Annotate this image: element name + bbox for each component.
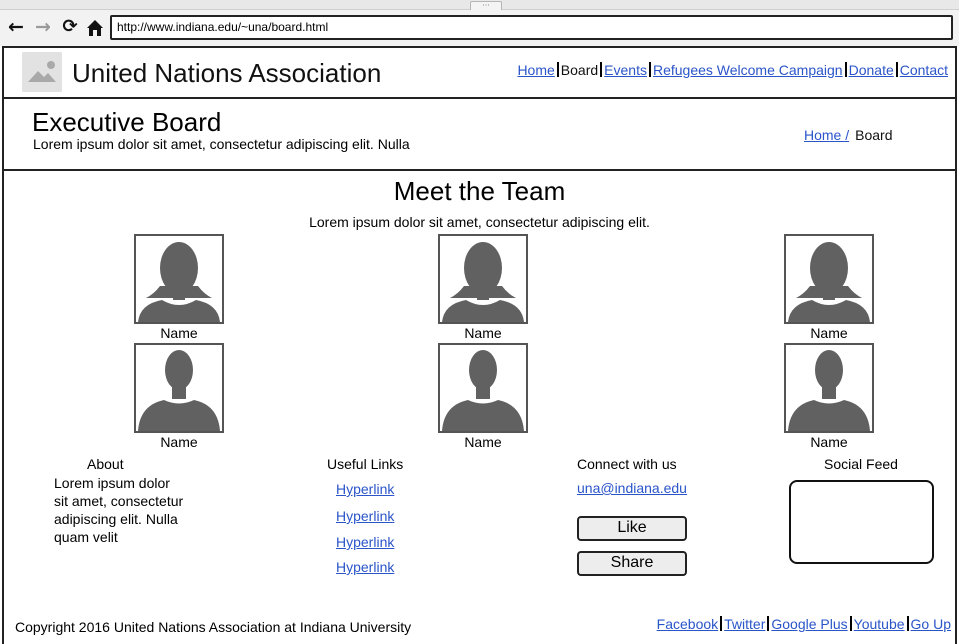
nav-home-link[interactable]: Home — [517, 62, 554, 78]
facebook-link[interactable]: Facebook — [657, 616, 718, 632]
nav-contact-link[interactable]: Contact — [900, 62, 948, 78]
about-heading: About — [87, 455, 124, 473]
breadcrumb: Home / Board — [804, 126, 892, 144]
breadcrumb-current: Board — [855, 127, 893, 143]
page-body: United Nations Association Home Board Even… — [2, 46, 957, 644]
team-heading: Meet the Team — [393, 176, 566, 206]
nav-donate-link[interactable]: Donate — [849, 62, 894, 78]
main-nav: Home Board Events Refugees Welcome Campaign… — [517, 61, 948, 79]
team-member-card[interactable]: Name — [769, 343, 889, 450]
team-member-card[interactable]: Name — [423, 343, 543, 450]
member-name: Name — [160, 325, 198, 341]
nav-divider — [844, 62, 847, 77]
social-feed-heading-text: Social Feed — [824, 456, 898, 472]
nav-refugees-link[interactable]: Refugees Welcome Campaign — [653, 62, 843, 78]
nav-divider — [600, 62, 603, 77]
female-avatar-icon — [784, 234, 874, 324]
footer-divider — [767, 616, 770, 631]
member-name: Name — [160, 434, 198, 450]
nav-divider — [895, 62, 898, 77]
youtube-link[interactable]: Youtube — [854, 616, 905, 632]
team-intro: Lorem ipsum dolor sit amet, consectetur … — [309, 214, 650, 230]
twitter-link[interactable]: Twitter — [724, 616, 765, 632]
team-member-card[interactable]: Name — [119, 343, 239, 450]
about-text: Lorem ipsum dolor sit amet, consectetur … — [54, 475, 184, 545]
member-name: Name — [464, 325, 502, 341]
page-title: Executive Board — [32, 107, 222, 137]
member-name: Name — [810, 434, 848, 450]
footer-divider — [720, 616, 723, 631]
page-header: Executive Board Lorem ipsum dolor sit am… — [4, 99, 955, 171]
site-title: United Nations Association — [72, 58, 382, 88]
back-arrow-icon[interactable]: ← — [5, 17, 27, 39]
breadcrumb-home-link[interactable]: Home / — [804, 127, 849, 143]
nav-divider — [556, 62, 559, 77]
like-button[interactable]: Like — [577, 516, 687, 541]
footer-links: Facebook Twitter Google Plus Youtube Go Up — [657, 615, 951, 633]
nav-divider — [648, 62, 651, 77]
male-avatar-icon — [134, 343, 224, 433]
connect-column: Connect with us una@indiana.edu — [577, 455, 687, 496]
female-avatar-icon — [438, 234, 528, 324]
reload-icon[interactable]: ⟳ — [59, 17, 81, 39]
team-member-card[interactable]: Name — [769, 234, 889, 341]
forward-arrow-icon[interactable]: → — [32, 17, 54, 39]
team-member-card[interactable]: Name — [423, 234, 543, 341]
home-icon[interactable] — [84, 17, 106, 39]
female-avatar-icon — [134, 234, 224, 324]
male-avatar-icon — [784, 343, 874, 433]
useful-hyperlink[interactable]: Hyperlink — [336, 480, 417, 498]
social-feed-box[interactable] — [789, 480, 934, 564]
member-name: Name — [464, 434, 502, 450]
url-input[interactable]: http://www.indiana.edu/~una/board.html — [110, 15, 953, 40]
go-up-link[interactable]: Go Up — [911, 616, 951, 632]
connect-heading: Connect with us — [577, 456, 677, 472]
window-titlebar: ··· — [0, 0, 959, 12]
about-heading-text: About — [87, 456, 124, 472]
useful-links-heading: Useful Links — [327, 456, 404, 472]
nav-events-link[interactable]: Events — [604, 62, 647, 78]
social-feed-heading: Social Feed — [824, 455, 898, 473]
footer-divider — [906, 616, 909, 631]
member-name: Name — [810, 325, 848, 341]
share-button[interactable]: Share — [577, 551, 687, 576]
footer-divider — [849, 616, 852, 631]
team-member-card[interactable]: Name — [119, 234, 239, 341]
nav-board-current[interactable]: Board — [561, 62, 598, 78]
useful-hyperlink[interactable]: Hyperlink — [336, 558, 417, 576]
male-avatar-icon — [438, 343, 528, 433]
useful-links-column: Useful Links Hyperlink Hyperlink Hyperli… — [327, 455, 417, 576]
google-plus-link[interactable]: Google Plus — [771, 616, 847, 632]
page-subtitle: Lorem ipsum dolor sit amet, consectetur … — [33, 136, 410, 152]
site-header: United Nations Association Home Board Even… — [4, 46, 955, 99]
image-placeholder-icon[interactable] — [22, 52, 62, 92]
copyright-text: Copyright 2016 United Nations Associatio… — [15, 619, 412, 635]
useful-hyperlink[interactable]: Hyperlink — [336, 507, 417, 525]
contact-email-link[interactable]: una@indiana.edu — [577, 480, 687, 496]
useful-hyperlink[interactable]: Hyperlink — [336, 533, 417, 551]
